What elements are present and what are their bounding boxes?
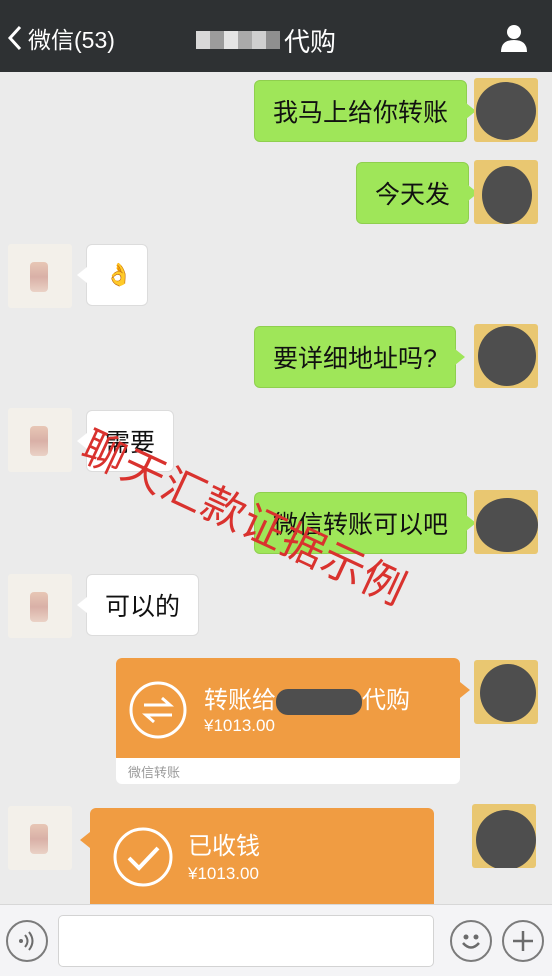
ok-hand-emoji: 👌	[105, 262, 133, 287]
chat-title: 代购	[196, 20, 336, 60]
avatar[interactable]	[8, 244, 72, 308]
avatar[interactable]	[8, 574, 72, 638]
message-text: 要详细地址吗?	[273, 345, 437, 373]
person-icon[interactable]	[498, 22, 530, 54]
transfer-title-prefix: 转账给	[204, 687, 276, 714]
message-text: 可以的	[105, 593, 181, 621]
avatar[interactable]	[474, 324, 538, 388]
message-text: 今天发	[375, 181, 451, 209]
avatar[interactable]	[474, 160, 538, 224]
avatar[interactable]	[472, 804, 536, 868]
back-button[interactable]: 微信(53)	[6, 20, 115, 56]
plus-icon	[513, 931, 533, 951]
chat-title-text: 代购	[284, 26, 337, 57]
back-label: 微信(53)	[28, 27, 115, 53]
message-bubble-them[interactable]: 可以的	[76, 574, 200, 636]
avatar[interactable]	[474, 78, 538, 142]
redacted-name	[276, 688, 362, 715]
emoji-button[interactable]	[450, 920, 492, 962]
smile-icon	[462, 934, 480, 949]
message-bubble-them[interactable]: 👌	[77, 244, 148, 306]
received-amount: ¥1013.00	[188, 864, 259, 883]
transfer-footer: 微信转账	[128, 765, 181, 780]
top-bar: 微信(53) 代购	[0, 0, 552, 72]
voice-icon	[19, 931, 34, 951]
chevron-left-icon	[7, 25, 22, 51]
pixelated-name	[196, 31, 280, 49]
transfer-title-suffix: 代购	[362, 687, 410, 714]
voice-button[interactable]	[6, 920, 48, 962]
received-title: 已收钱	[188, 833, 260, 860]
avatar[interactable]	[8, 408, 72, 472]
transfer-amount: ¥1013.00	[204, 716, 275, 735]
message-input[interactable]	[58, 915, 434, 967]
avatar[interactable]	[474, 660, 538, 724]
transfer-title: 转账给 代购	[204, 680, 410, 715]
message-bubble-me[interactable]: 我马上给你转账	[254, 80, 477, 142]
message-text: 我马上给你转账	[273, 99, 449, 127]
message-bubble-me[interactable]: 今天发	[356, 162, 479, 224]
transfer-arrows-icon	[129, 681, 187, 739]
received-card[interactable]: 已收钱 ¥1013.00	[80, 808, 434, 904]
check-circle-icon	[113, 827, 173, 887]
avatar[interactable]	[474, 490, 538, 554]
input-bar	[0, 904, 552, 976]
transfer-card[interactable]: 转账给 代购 ¥1013.00 微信转账	[116, 658, 470, 784]
avatar[interactable]	[8, 806, 72, 870]
more-button[interactable]	[502, 920, 544, 962]
message-bubble-me[interactable]: 要详细地址吗?	[254, 326, 465, 388]
